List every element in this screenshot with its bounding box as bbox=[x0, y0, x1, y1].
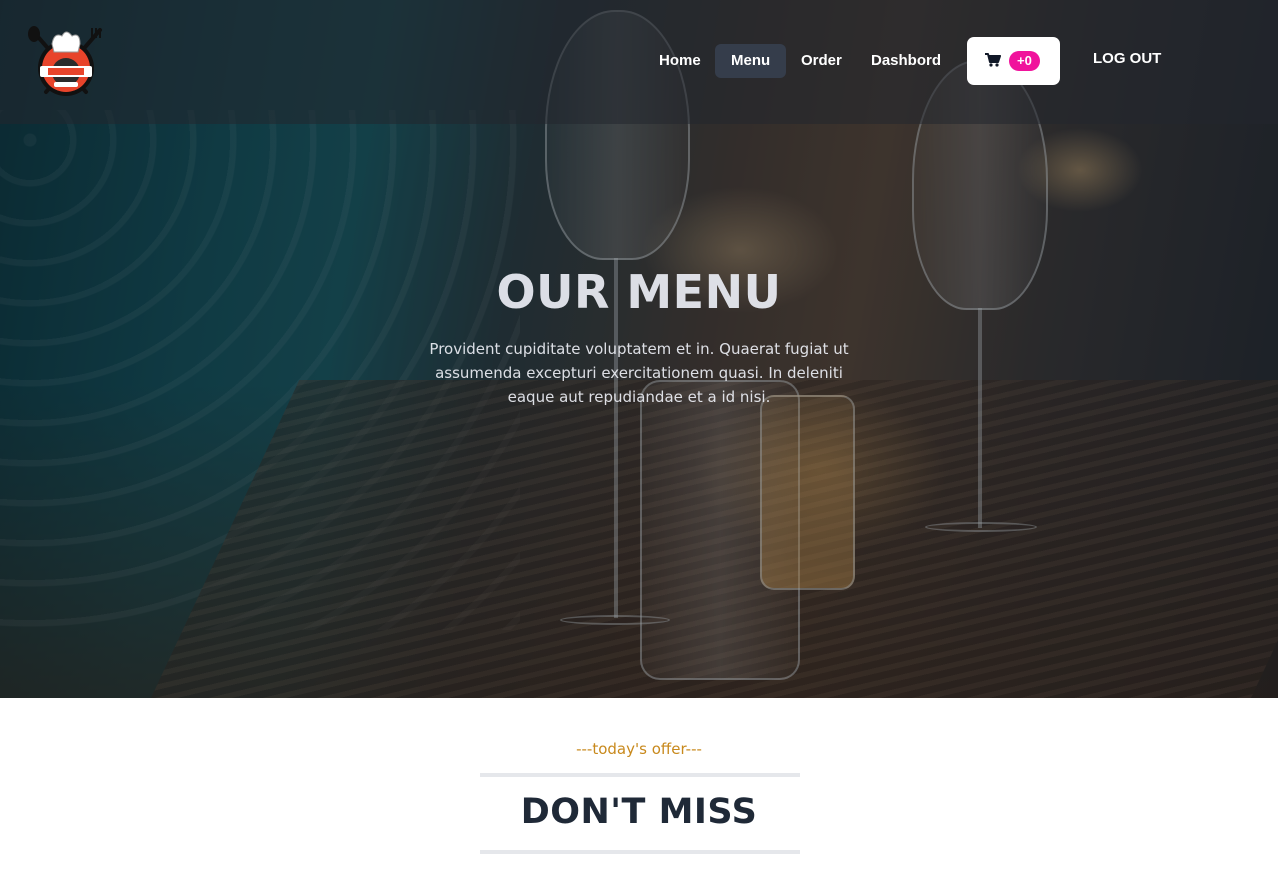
navbar: Home Menu Order Dashbord +0 LOG OUT bbox=[0, 0, 1278, 124]
nav-menu[interactable]: Menu bbox=[715, 44, 787, 78]
divider-top bbox=[480, 773, 800, 777]
section-heading: DON'T MISS bbox=[520, 792, 758, 832]
hero-description: Provident cupiditate voluptatem et in. Q… bbox=[429, 340, 849, 406]
nav-home[interactable]: Home bbox=[643, 44, 717, 78]
cart-count-badge: +0 bbox=[1009, 51, 1040, 71]
section-subheading: ---today's offer--- bbox=[576, 740, 702, 758]
nav-order[interactable]: Order bbox=[785, 44, 858, 78]
hero-title: OUR MENU bbox=[496, 265, 782, 319]
nav-dashboard[interactable]: Dashbord bbox=[855, 44, 957, 78]
logout-button[interactable]: LOG OUT bbox=[1093, 50, 1161, 67]
restaurant-logo[interactable] bbox=[26, 26, 106, 96]
cart-icon bbox=[985, 52, 1001, 71]
divider-bottom bbox=[480, 850, 800, 854]
cart-button[interactable]: +0 bbox=[967, 37, 1060, 85]
